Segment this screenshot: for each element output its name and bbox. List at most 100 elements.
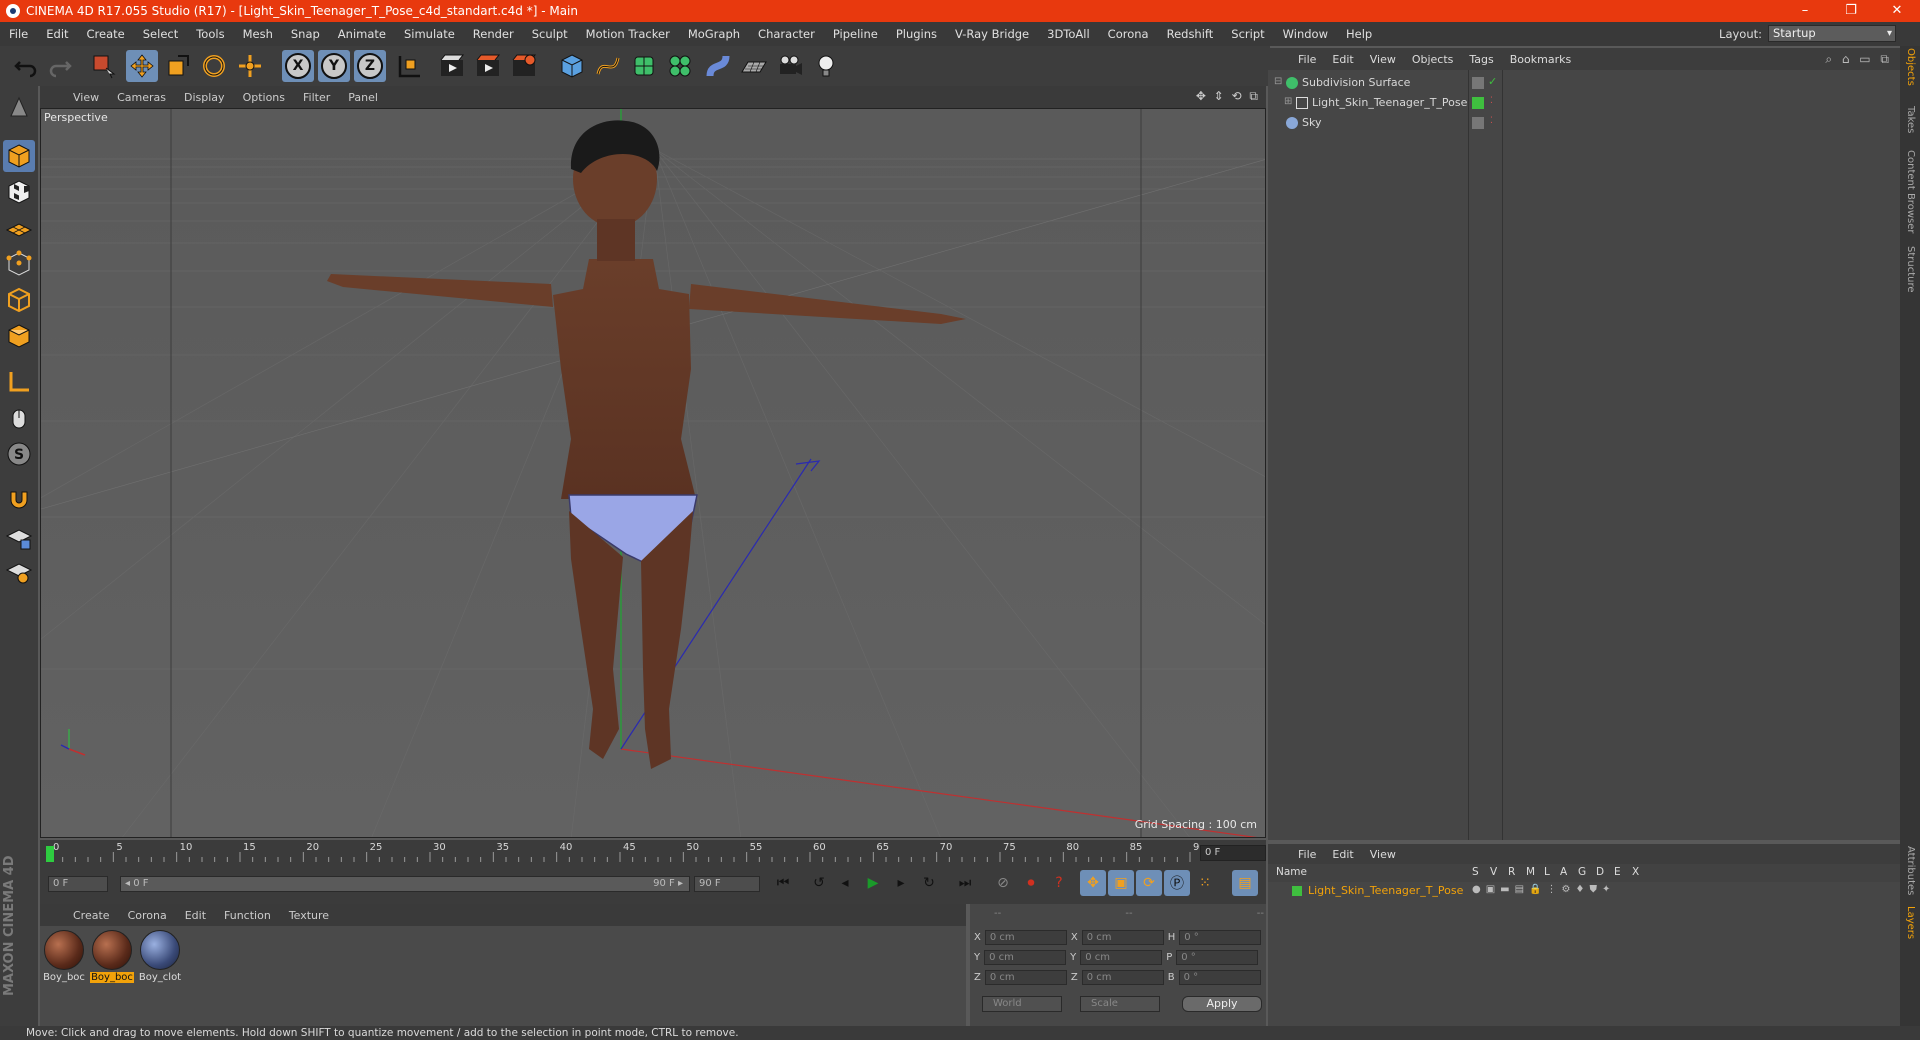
visibility-dots-icon[interactable]: ⁚ [1490,116,1493,126]
viewport-navigation-icons[interactable]: ✥ ⇕ ⟲ ⧉ [1196,89,1260,104]
material-menu-edit[interactable]: Edit [176,909,215,922]
object-manager-icons[interactable]: ⌕ ⌂ ▭ ⧉ [1825,52,1892,67]
frame-range-slider[interactable]: ◂ 0 F 90 F ▸ [120,876,690,892]
edges-mode-icon[interactable] [3,284,35,316]
menu-script[interactable]: Script [1222,27,1273,41]
menu-edit[interactable]: Edit [37,27,77,41]
layout-dropdown[interactable]: Startup [1768,25,1896,42]
layer-name[interactable]: Light_Skin_Teenager_T_Pose [1308,884,1463,897]
key-selection-icon[interactable]: ? [1046,870,1072,896]
menu-mograph[interactable]: MoGraph [679,27,749,41]
current-frame-field[interactable]: 0 F [1200,845,1266,861]
tab-layers[interactable]: Layers [1905,906,1916,939]
material-item[interactable]: Boy_boc [42,930,86,983]
key-parameter-icon[interactable]: Ⓟ [1164,870,1190,896]
apply-button[interactable]: Apply [1182,996,1262,1012]
axis-mode-icon[interactable] [3,366,35,398]
move-icon[interactable] [126,50,158,82]
cloner-icon[interactable] [664,50,696,82]
menu-vray-bridge[interactable]: V-Ray Bridge [946,27,1038,41]
object-row-teenager[interactable]: ⊞ Light_Skin_Teenager_T_Pose ⁚ [1268,94,1900,112]
size-x-field[interactable]: 0 cm [1081,929,1164,945]
go-to-end-icon[interactable]: ⏭ [952,870,978,896]
deformer-icon[interactable] [702,50,734,82]
material-item[interactable]: Boy_boc [90,930,134,983]
workplane-icon[interactable] [3,212,35,244]
perspective-viewport[interactable]: Perspective Grid Spacing : 100 cm [40,108,1266,838]
visibility-dots-icon[interactable]: ⁚ [1490,96,1493,106]
previous-frame-icon[interactable]: ◂ [832,870,858,896]
coordinate-system-icon[interactable] [392,50,424,82]
tab-attributes[interactable]: Attributes [1905,846,1916,895]
collapse-toggle-icon[interactable]: ⊟ [1274,76,1282,87]
object-menu-tags[interactable]: Tags [1461,53,1501,66]
menu-simulate[interactable]: Simulate [395,27,464,41]
menu-3dtoall[interactable]: 3DToAll [1038,27,1099,41]
menu-mesh[interactable]: Mesh [234,27,282,41]
playhead[interactable] [46,846,54,862]
subdivision-icon[interactable] [628,50,660,82]
object-menu-edit[interactable]: Edit [1324,53,1361,66]
coordinate-space-dropdown[interactable]: World [982,996,1062,1012]
viewport-menu-view[interactable]: View [64,91,108,104]
undo-icon[interactable] [10,50,42,82]
edit-render-settings-icon[interactable] [508,50,540,82]
rotation-b-field[interactable]: 0 ° [1178,969,1261,985]
material-menu-corona[interactable]: Corona [119,909,176,922]
layer-toggle-icons[interactable]: ●▣▬▤🔒⋮⚙♦⛊✦ [1472,884,1615,895]
size-z-field[interactable]: 0 cm [1081,969,1164,985]
object-row-subdivision-surface[interactable]: ⊟ Subdivision Surface ✓ [1268,74,1900,92]
play-icon[interactable]: ▶ [860,870,886,896]
redo-icon[interactable] [44,50,76,82]
light-icon[interactable] [810,50,842,82]
next-key-icon[interactable]: ↻ [916,870,942,896]
next-frame-icon[interactable]: ▸ [888,870,914,896]
texture-mode-icon[interactable] [3,176,35,208]
menu-snap[interactable]: Snap [282,27,329,41]
workplane-lock-icon[interactable] [3,522,35,554]
size-y-field[interactable]: 0 cm [1080,949,1163,965]
menu-sculpt[interactable]: Sculpt [523,27,577,41]
object-menu-file[interactable]: File [1290,53,1324,66]
menu-tools[interactable]: Tools [187,27,233,41]
viewport-menu-cameras[interactable]: Cameras [108,91,175,104]
material-menu-texture[interactable]: Texture [280,909,338,922]
transform-icon[interactable] [234,50,266,82]
enabled-check-icon[interactable]: ✓ [1488,75,1497,88]
layer-menu-view[interactable]: View [1362,848,1404,861]
menu-plugins[interactable]: Plugins [887,27,946,41]
tweak-mode-icon[interactable] [3,402,35,434]
viewport-menu-options[interactable]: Options [234,91,294,104]
position-x-field[interactable]: 0 cm [984,929,1067,945]
menu-character[interactable]: Character [749,27,824,41]
solo-icon[interactable]: S [3,438,35,470]
viewport-menu-panel[interactable]: Panel [339,91,387,104]
menu-file[interactable]: File [0,27,37,41]
tab-takes[interactable]: Takes [1905,106,1916,133]
object-menu-objects[interactable]: Objects [1404,53,1462,66]
rotation-h-field[interactable]: 0 ° [1179,929,1262,945]
tab-content-browser[interactable]: Content Browser [1905,150,1916,233]
menu-select[interactable]: Select [134,27,187,41]
material-menu-function[interactable]: Function [215,909,280,922]
maximize-button[interactable]: ❐ [1828,0,1874,22]
workplane-snap-icon[interactable] [3,556,35,588]
material-item[interactable]: Boy_clot [138,930,182,983]
render-picture-viewer-icon[interactable] [472,50,504,82]
menu-help[interactable]: Help [1337,27,1381,41]
model-mode-icon[interactable] [3,140,35,172]
rotation-p-field[interactable]: 0 ° [1176,949,1259,965]
end-frame-field[interactable]: 90 F [694,876,760,892]
menu-pipeline[interactable]: Pipeline [824,27,887,41]
make-editable-icon[interactable] [3,92,35,124]
menu-corona[interactable]: Corona [1099,27,1158,41]
position-z-field[interactable]: 0 cm [984,969,1067,985]
expand-toggle-icon[interactable]: ⊞ [1284,96,1292,107]
key-rotation-icon[interactable]: ⟳ [1136,870,1162,896]
scale-icon[interactable] [162,50,194,82]
menu-render[interactable]: Render [464,27,523,41]
layer-menu-file[interactable]: File [1290,848,1324,861]
timeline-ruler[interactable]: 051015202530354045505560657075808590 [40,840,1266,864]
object-menu-view[interactable]: View [1362,53,1404,66]
minimize-button[interactable]: – [1782,0,1828,22]
